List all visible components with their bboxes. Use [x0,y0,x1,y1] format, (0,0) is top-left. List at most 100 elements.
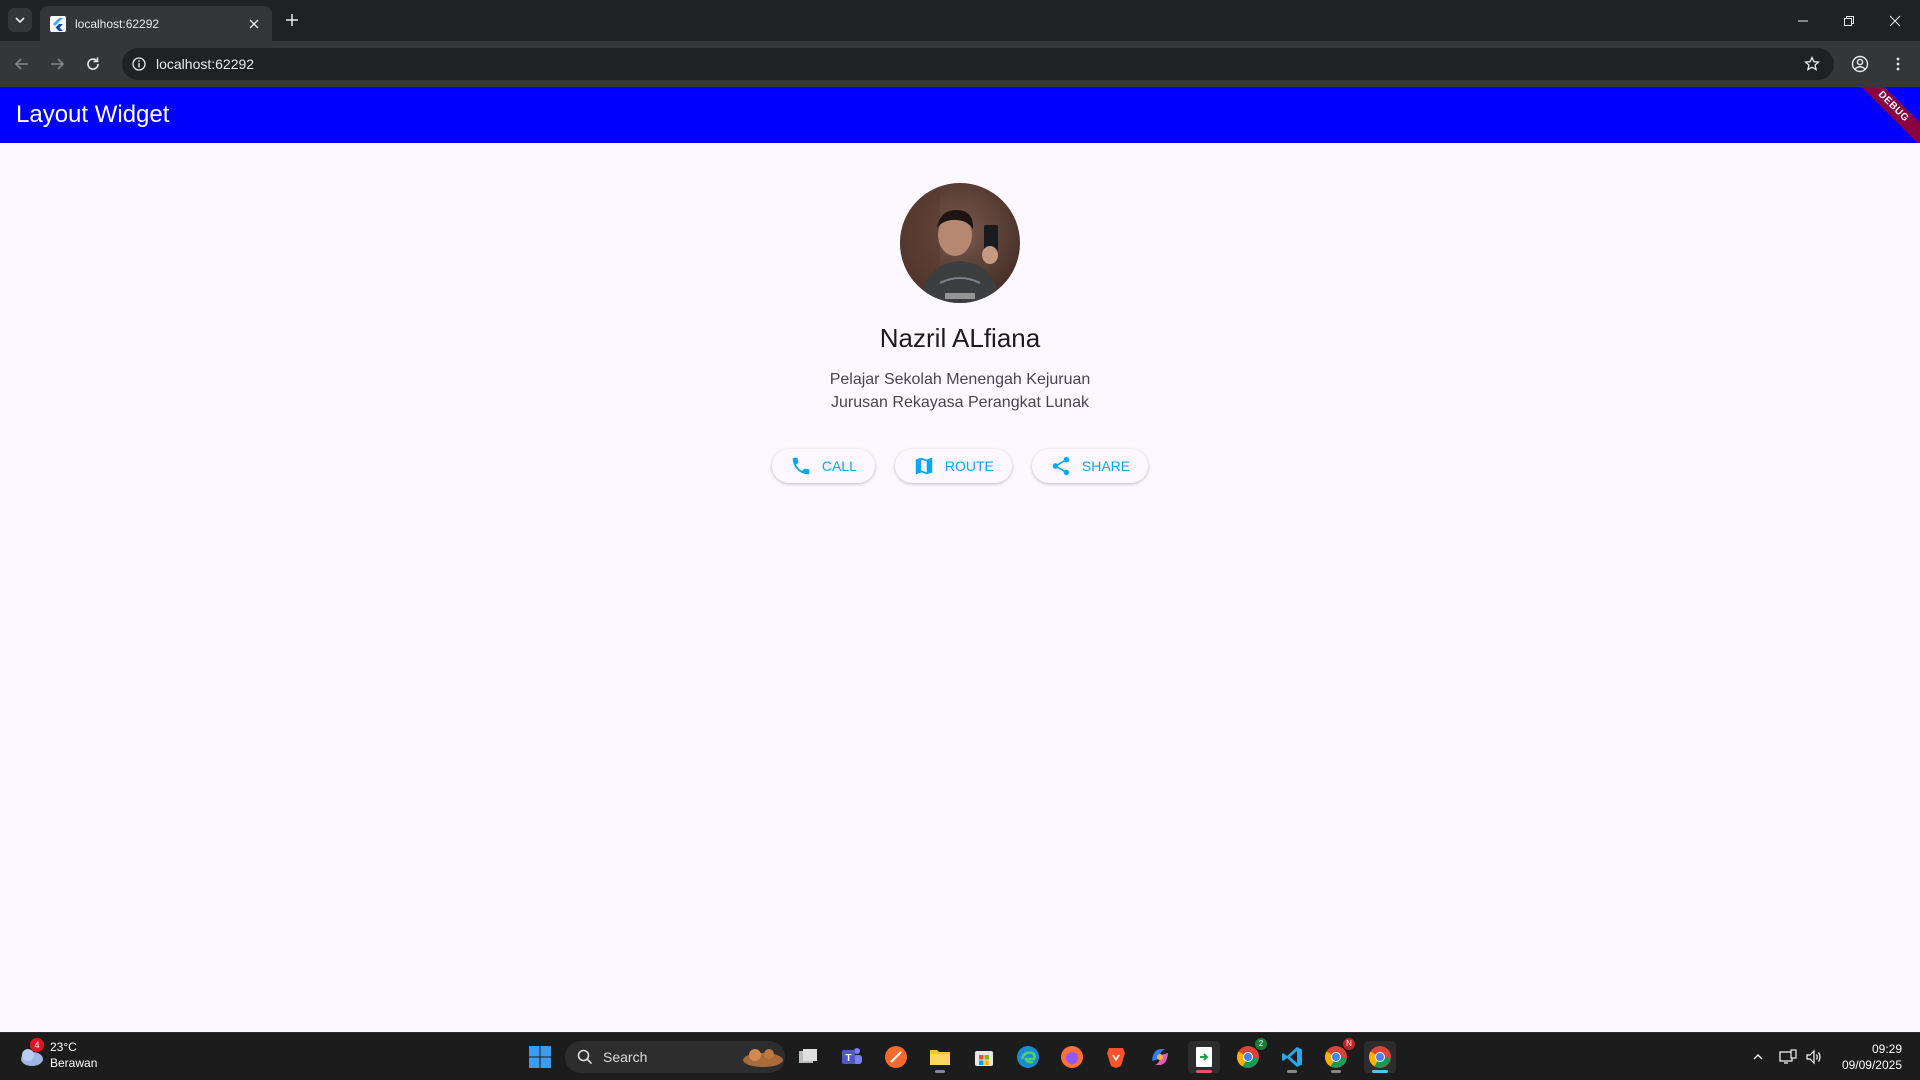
bookmark-star-icon[interactable] [1802,54,1822,74]
running-indicator [1287,1070,1297,1073]
share-icon [1052,456,1070,476]
menu-button[interactable] [1886,52,1910,76]
system-clock[interactable]: 09:29 09/09/2025 [1842,1041,1902,1073]
call-button[interactable]: CALL [771,449,875,483]
profile-description: Pelajar Sekolah Menengah Kejuruan Jurusa… [0,368,1920,414]
edge-app[interactable] [1012,1041,1044,1073]
reload-button[interactable] [81,52,105,76]
reload-icon [87,57,99,70]
share-label: SHARE [1081,458,1131,474]
tab-search-button[interactable] [8,8,32,32]
folder-icon [930,1050,950,1065]
taskbar-search[interactable]: Search [565,1041,785,1073]
search-highlight-icon [743,1049,783,1067]
new-tab-button[interactable] [282,10,302,30]
vscode-icon [1282,1047,1302,1067]
store-app[interactable] [968,1041,1000,1073]
debug-banner: DEBUG [1848,87,1920,143]
show-hidden-icons-button[interactable] [1748,1047,1768,1067]
chevron-up-icon [1753,1054,1763,1060]
plus-icon [286,14,298,26]
address-bar[interactable]: localhost:62292 [122,48,1834,80]
android-studio-app[interactable] [1188,1041,1220,1073]
active-indicator [1196,1070,1212,1073]
minimize-button[interactable] [1780,0,1826,41]
profile-photo [900,183,1020,303]
windows-logo-icon [529,1046,551,1068]
task-view-button[interactable] [792,1041,824,1073]
teams-icon: T [842,1048,862,1064]
brave-lion-icon [1107,1048,1125,1068]
clock-date: 09/09/2025 [1841,1058,1902,1072]
avatar [900,183,1020,303]
account-circle-icon [1851,55,1869,73]
weather-widget[interactable]: 4 23°C Berawan [16,1038,98,1071]
weather-badge: 4 [30,1038,44,1052]
running-indicator [935,1070,945,1073]
back-button[interactable] [10,52,34,76]
volume-button[interactable] [1804,1047,1824,1067]
url-text: localhost:62292 [156,56,255,72]
arrow-right-icon [51,58,65,70]
firefox-app[interactable] [1056,1041,1088,1073]
chrome-app-3[interactable] [1364,1041,1396,1073]
restore-icon [1844,15,1854,26]
app-title: Layout Widget [16,101,170,128]
description-line-2: Jurusan Rekayasa Perangkat Lunak [831,394,1089,411]
task-view-icon [799,1049,817,1063]
cloud-icon: 4 [16,1038,46,1070]
firefox-icon [1061,1046,1083,1068]
profile-name: Nazril ALfiana [879,323,1041,353]
chrome-badge: N [1343,1038,1355,1050]
edge-icon [1017,1046,1039,1068]
document-arrow-icon [1196,1047,1212,1067]
chrome-icon [1369,1046,1391,1068]
chrome-badge: 2 [1255,1038,1267,1050]
weather-temp: 23°C [50,1040,77,1054]
route-button[interactable]: ROUTE [894,449,1012,483]
route-label: ROUTE [944,458,994,474]
windows-taskbar: 4 23°C Berawan Search T 2 N 09:29 09/09/… [0,1032,1920,1080]
network-icon [1779,1049,1797,1064]
chrome-app-2[interactable]: N [1320,1038,1355,1073]
search-icon [577,1049,593,1065]
close-window-button[interactable] [1872,0,1918,41]
share-button[interactable]: SHARE [1031,449,1149,483]
app-bar: Layout Widget DEBUG [0,87,1920,143]
close-tab-icon[interactable] [246,16,262,32]
copilot-app[interactable] [1144,1041,1176,1073]
tab-title: localhost:62292 [75,16,160,31]
phone-icon [792,457,810,475]
call-label: CALL [821,458,857,474]
chevron-down-icon [15,17,25,24]
copilot-icon [1152,1049,1168,1065]
network-button[interactable] [1778,1047,1798,1067]
chrome-app-1[interactable]: 2 [1232,1038,1267,1073]
browser-toolbar: localhost:62292 [0,41,1920,87]
compass-app-icon [885,1046,907,1068]
map-icon [915,457,933,475]
action-buttons: CALL ROUTE SHARE [0,449,1920,483]
search-label: Search [603,1049,648,1065]
browser-tabstrip: localhost:62292 [0,0,1920,41]
running-indicator [1331,1070,1341,1073]
vscode-app[interactable] [1276,1041,1308,1073]
weather-desc: Berawan [50,1056,98,1070]
close-icon [1889,15,1901,26]
swift-app[interactable] [880,1041,912,1073]
active-indicator [1372,1070,1388,1073]
more-vert-icon [1896,57,1900,71]
start-button[interactable] [524,1041,556,1073]
teams-app[interactable]: T [836,1041,868,1073]
restore-button[interactable] [1826,0,1872,41]
description-line-1: Pelajar Sekolah Menengah Kejuruan [829,371,1091,388]
clock-time: 09:29 [1871,1042,1902,1056]
forward-button[interactable] [45,52,69,76]
arrow-left-icon [14,58,28,70]
site-info-icon[interactable] [131,56,147,72]
file-explorer-app[interactable] [924,1041,956,1073]
profile-button[interactable] [1848,52,1872,76]
browser-tab[interactable]: localhost:62292 [40,6,272,41]
brave-app[interactable] [1100,1041,1132,1073]
speaker-icon [1806,1049,1821,1065]
